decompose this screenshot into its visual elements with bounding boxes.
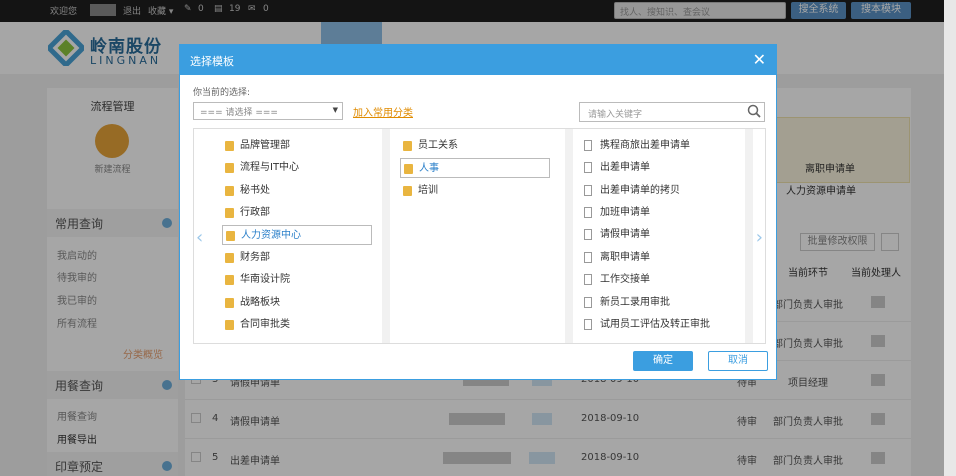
scrollbar[interactable] <box>382 129 390 343</box>
department-item[interactable]: 战略板块 <box>222 293 372 313</box>
template-item[interactable]: 出差申请单的拷贝 <box>582 181 680 201</box>
cancel-button[interactable]: 取消 <box>708 351 768 371</box>
subcategory-item-selected[interactable]: 人事 <box>400 158 550 178</box>
folder-icon <box>404 164 413 174</box>
department-item[interactable]: 流程与IT中心 <box>222 158 372 178</box>
document-icon <box>584 229 592 240</box>
template-item[interactable]: 出差申请单 <box>582 158 650 178</box>
document-icon <box>584 274 592 285</box>
document-icon <box>584 185 592 196</box>
scrollbar[interactable] <box>745 129 753 343</box>
document-icon <box>584 140 592 151</box>
folder-icon <box>225 253 234 263</box>
confirm-button[interactable]: 确定 <box>633 351 693 371</box>
template-item[interactable]: 新员工录用审批 <box>582 293 670 313</box>
document-icon <box>584 297 592 308</box>
folder-icon <box>225 163 234 173</box>
subcategory-column: 员工关系 人事 培训 <box>390 129 565 343</box>
folder-icon <box>226 231 235 241</box>
document-icon <box>584 162 592 173</box>
dialog-title: 选择模板 <box>190 55 234 68</box>
subcategory-item[interactable]: 员工关系 <box>400 136 550 156</box>
keyword-search-input[interactable]: 请输入关键字 <box>579 102 765 122</box>
folder-icon <box>225 298 234 308</box>
template-item[interactable]: 加班申请单 <box>582 203 650 223</box>
folder-icon <box>225 320 234 330</box>
chevron-left-icon[interactable]: ‹ <box>196 227 203 248</box>
current-selection-label: 你当前的选择: <box>193 88 251 98</box>
document-icon <box>584 252 592 263</box>
folder-icon <box>225 186 234 196</box>
template-item[interactable]: 试用员工评估及转正审批 <box>582 315 710 335</box>
folder-icon <box>225 141 234 151</box>
department-item[interactable]: 合同审批类 <box>222 315 372 335</box>
template-browser: ‹ › 品牌管理部 流程与IT中心 秘书处 行政部 人力资源中心 财务部 华南设… <box>193 128 766 344</box>
template-item[interactable]: 请假申请单 <box>582 225 650 245</box>
document-icon <box>584 319 592 330</box>
department-item[interactable]: 行政部 <box>222 203 372 223</box>
department-item[interactable]: 华南设计院 <box>222 270 372 290</box>
document-icon <box>584 207 592 218</box>
subcategory-item[interactable]: 培训 <box>400 181 550 201</box>
template-item[interactable]: 离职申请单 <box>582 248 650 268</box>
close-icon[interactable]: ✕ <box>753 50 766 69</box>
template-column: 携程商旅出差申请单 出差申请单 出差申请单的拷贝 加班申请单 请假申请单 离职申… <box>572 129 742 343</box>
folder-icon <box>403 141 412 151</box>
window-scrollbar[interactable] <box>944 0 956 476</box>
template-dialog: 选择模板 ✕ 你当前的选择: === 请选择 === ▼ 加入常用分类 请输入关… <box>179 44 777 380</box>
department-item[interactable]: 品牌管理部 <box>222 136 372 156</box>
search-icon[interactable] <box>747 104 761 118</box>
add-favorite-link[interactable]: 加入常用分类 <box>353 104 413 119</box>
template-item[interactable]: 携程商旅出差申请单 <box>582 136 690 156</box>
chevron-right-icon[interactable]: › <box>756 227 763 248</box>
chevron-down-icon: ▼ <box>332 106 338 114</box>
folder-icon <box>225 208 234 218</box>
category-select[interactable]: === 请选择 === ▼ <box>193 102 343 120</box>
dialog-header: 选择模板 ✕ <box>180 45 776 75</box>
department-item[interactable]: 财务部 <box>222 248 372 268</box>
folder-icon <box>403 186 412 196</box>
department-item-selected[interactable]: 人力资源中心 <box>222 225 372 245</box>
folder-icon <box>225 275 234 285</box>
department-column: 品牌管理部 流程与IT中心 秘书处 行政部 人力资源中心 财务部 华南设计院 战… <box>212 129 382 343</box>
template-item[interactable]: 工作交接单 <box>582 270 650 290</box>
department-item[interactable]: 秘书处 <box>222 181 372 201</box>
